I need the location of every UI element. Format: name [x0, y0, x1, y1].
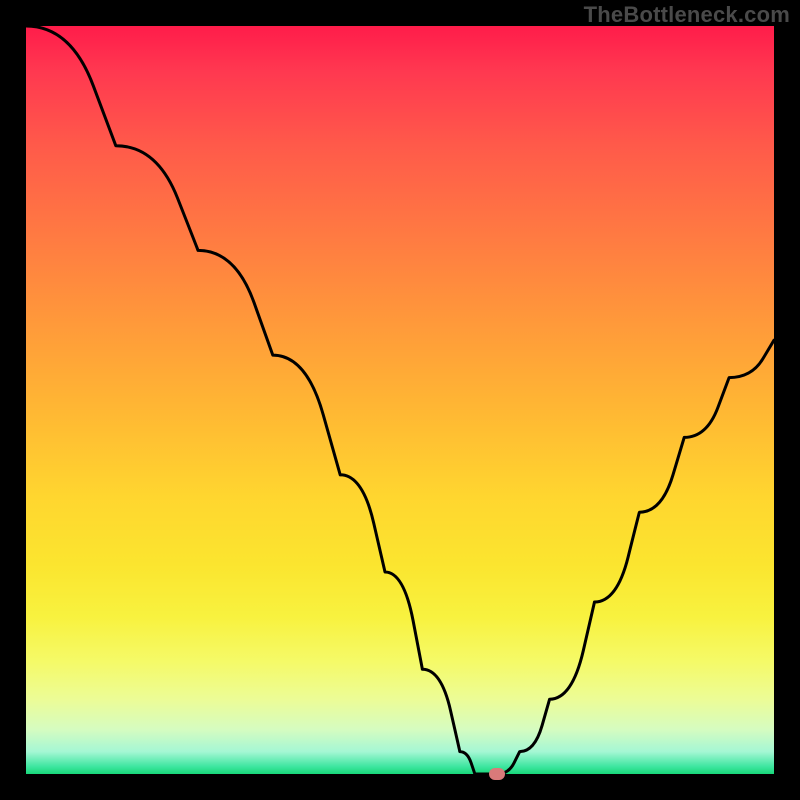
- watermark-text: TheBottleneck.com: [584, 2, 790, 28]
- bottleneck-curve-path: [26, 26, 774, 774]
- curve-svg: [26, 26, 774, 774]
- optimal-point-marker: [489, 768, 505, 780]
- plot-area: [26, 26, 774, 774]
- chart-frame: TheBottleneck.com: [0, 0, 800, 800]
